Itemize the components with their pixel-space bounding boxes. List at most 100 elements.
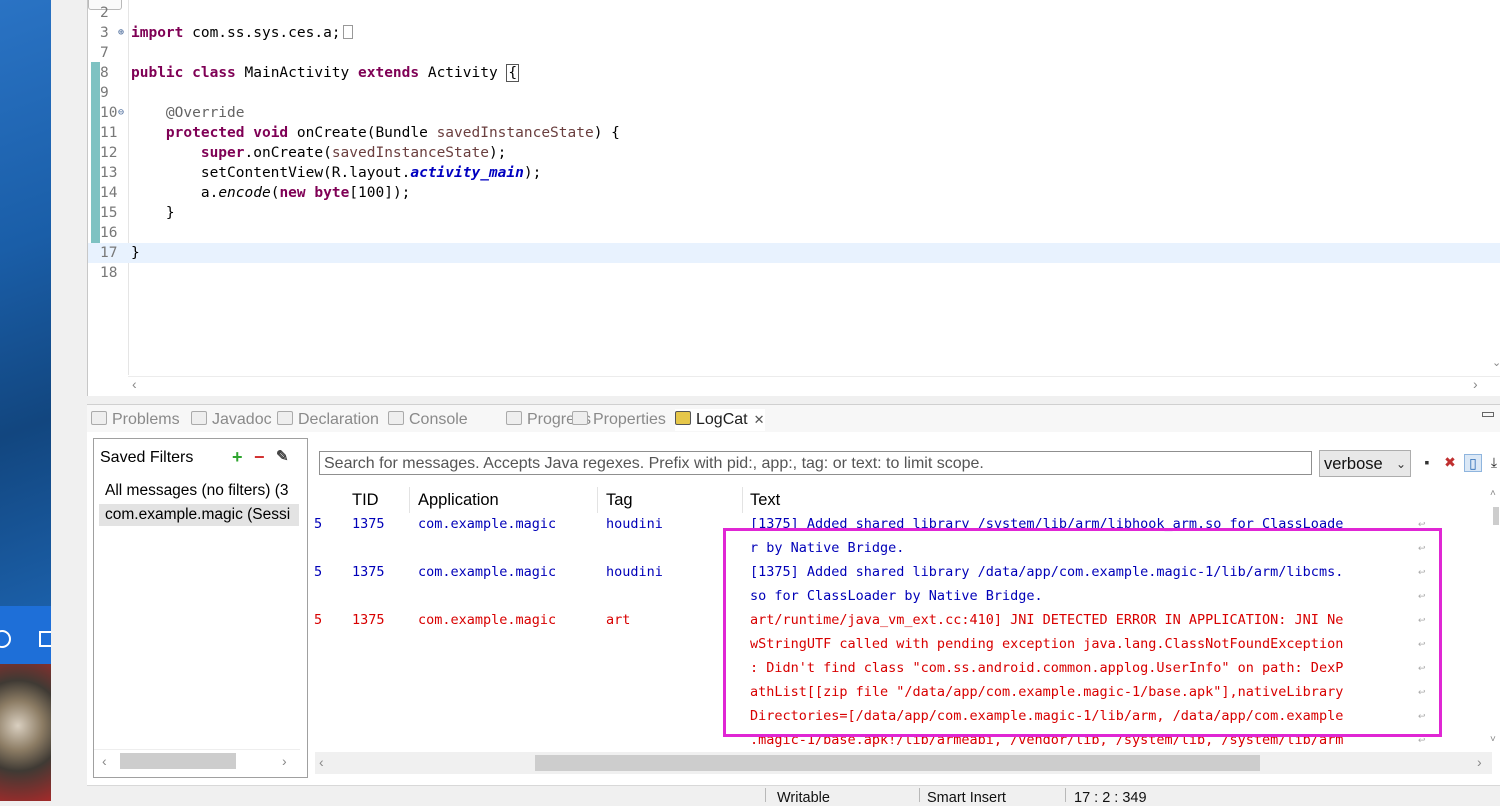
column-separator <box>597 487 598 513</box>
code-token: super <box>200 145 245 161</box>
tab-logcat[interactable]: LogCat ✕ <box>675 409 765 431</box>
code-line[interactable]: 13 setContentView(R.layout.activity_main… <box>88 163 1500 183</box>
saved-filters-panel: Saved Filters + − ✎ All messages (no fil… <box>93 438 308 778</box>
code-token: protected <box>165 125 245 141</box>
line-code: setContentView(R.layout.activity_main); <box>131 163 542 183</box>
code-token: void <box>253 125 289 141</box>
scroll-left-icon[interactable]: ‹ <box>319 755 324 769</box>
code-line[interactable]: 3 ⊕ import com.ss.sys.ces.a; <box>88 23 1500 43</box>
scroll-up-icon[interactable]: ˄ <box>1490 487 1496 501</box>
code-line[interactable]: 10 ⊖ @Override <box>88 103 1500 123</box>
status-separator <box>765 788 766 802</box>
scroll-lock-icon[interactable]: ⤓ <box>1486 454 1500 470</box>
code-line[interactable]: 14 a.encode(new byte[100]); <box>88 183 1500 203</box>
tab-label: Problems <box>112 411 180 428</box>
log-vertical-scrollbar[interactable]: ˄ ˅ <box>1490 487 1500 747</box>
log-level-select[interactable]: verbose ⌄ <box>1319 450 1411 477</box>
code-line[interactable]: 7 <box>88 43 1500 63</box>
column-separator <box>409 487 410 513</box>
scroll-left-icon[interactable]: ‹ <box>132 377 137 391</box>
scrollbar-thumb[interactable] <box>535 755 1260 771</box>
code-line[interactable]: 18 <box>88 263 1500 283</box>
log-level-cell: 5 <box>314 516 323 532</box>
code-token: { <box>506 64 520 82</box>
line-number: 11 <box>100 125 118 141</box>
tab-label: Javadoc <box>212 411 272 428</box>
line-number: 16 <box>100 225 118 241</box>
code-line[interactable]: 17} <box>88 243 1500 263</box>
remove-filter-icon[interactable]: − <box>254 447 265 467</box>
editor-horizontal-scrollbar[interactable]: ‹ › <box>128 376 1500 393</box>
task-view-icon[interactable] <box>39 631 51 647</box>
status-insert-mode: Smart Insert <box>927 790 1006 806</box>
scrollbar-thumb[interactable] <box>1493 507 1499 525</box>
edit-filter-icon[interactable]: ✎ <box>276 447 289 467</box>
clear-log-icon[interactable]: ✖ <box>1442 454 1458 470</box>
scroll-right-icon[interactable]: › <box>282 754 287 768</box>
scroll-down-icon[interactable]: ˅ <box>1490 733 1496 747</box>
scroll-right-icon[interactable]: › <box>1473 377 1478 391</box>
scrollbar-thumb[interactable] <box>120 753 236 769</box>
chevron-down-icon: ⌄ <box>1395 457 1406 471</box>
code-line[interactable]: 2 <box>88 3 1500 23</box>
tab-javadoc[interactable]: Javadoc <box>191 409 272 431</box>
folded-import-icon[interactable] <box>342 25 353 39</box>
column-header-application[interactable]: Application <box>418 491 499 510</box>
taskbar[interactable] <box>0 606 51 664</box>
logcat-icon <box>675 411 691 425</box>
toggle-filters-icon[interactable]: ▯ <box>1464 454 1482 472</box>
log-tag-cell: art <box>606 612 631 628</box>
code-line[interactable]: 8 public class MainActivity extends Activ… <box>88 63 1500 83</box>
line-number: 18 <box>100 265 118 281</box>
tab-problems[interactable]: Problems <box>91 409 180 431</box>
code-token: com.ss.sys.ces.a; <box>183 25 341 41</box>
progress-icon <box>506 411 522 425</box>
column-header-text[interactable]: Text <box>750 491 780 510</box>
code-line[interactable]: 12 super.onCreate(savedInstanceState); <box>88 143 1500 163</box>
code-line[interactable]: 15 } <box>88 203 1500 223</box>
scroll-down-icon[interactable]: ⌄ <box>1492 356 1500 370</box>
log-tid-cell: 1375 <box>352 516 385 532</box>
line-code: import com.ss.sys.ces.a; <box>131 23 353 43</box>
line-code: public class MainActivity extends Activi… <box>131 63 520 83</box>
scroll-left-icon[interactable]: ‹ <box>102 754 107 768</box>
code-editor[interactable]: 2 3 ⊕ import com.ss.sys.ces.a; 7 8 public clas… <box>87 0 1500 396</box>
column-header-tag[interactable]: Tag <box>606 491 633 510</box>
collapse-fold-icon[interactable]: ⊖ <box>118 103 124 123</box>
status-writable: Writable <box>777 790 830 806</box>
code-token: savedInstanceState <box>331 145 489 161</box>
minimize-icon[interactable] <box>1482 412 1494 417</box>
scroll-right-icon[interactable]: › <box>1477 755 1482 769</box>
log-tid-cell: 1375 <box>352 612 385 628</box>
code-token: .onCreate( <box>244 145 332 161</box>
close-icon[interactable]: ✕ <box>754 412 765 427</box>
line-number: 12 <box>100 145 118 161</box>
code-token: ) { <box>593 125 620 141</box>
line-number: 17 <box>100 245 118 261</box>
code-token: ); <box>523 165 542 181</box>
code-area[interactable]: 2 3 ⊕ import com.ss.sys.ces.a; 7 8 public clas… <box>88 0 1500 375</box>
tab-console[interactable]: Console <box>388 409 468 431</box>
code-line[interactable]: 11 protected void onCreate(Bundle savedI… <box>88 123 1500 143</box>
column-header-tid[interactable]: TID <box>352 491 379 510</box>
filter-item-com-example-magic[interactable]: com.example.magic (Sessi <box>99 504 299 526</box>
expand-fold-icon[interactable]: ⊕ <box>118 23 124 43</box>
log-tag-cell: houdini <box>606 564 663 580</box>
filters-horizontal-scrollbar[interactable]: ‹ › <box>94 749 300 772</box>
problems-icon <box>91 411 107 425</box>
code-token: new <box>279 185 306 201</box>
code-line[interactable]: 9 <box>88 83 1500 103</box>
log-horizontal-scrollbar[interactable]: ‹ › <box>315 752 1492 774</box>
tab-properties[interactable]: Properties <box>572 409 666 431</box>
search-input[interactable]: Search for messages. Accepts Java regexe… <box>319 451 1312 475</box>
cortana-icon[interactable] <box>0 630 11 648</box>
add-filter-icon[interactable]: + <box>232 447 243 467</box>
desktop-background <box>0 0 51 801</box>
filter-item-all-messages[interactable]: All messages (no filters) (3 <box>99 480 299 502</box>
tab-declaration[interactable]: Declaration <box>277 409 379 431</box>
code-line[interactable]: 16 <box>88 223 1500 243</box>
save-log-icon[interactable]: ▪ <box>1419 454 1435 470</box>
